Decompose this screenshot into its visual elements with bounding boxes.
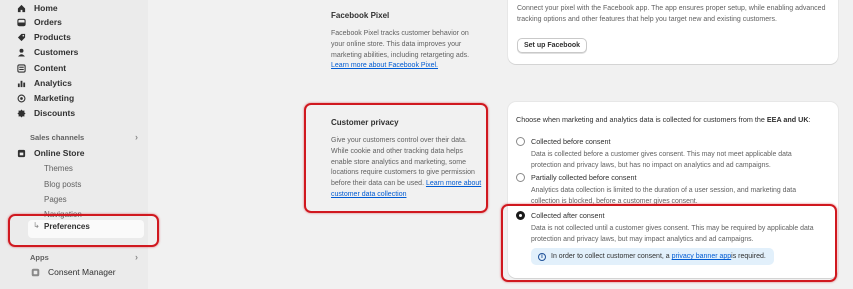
sidebar-subitem-blog-posts[interactable]: Blog posts [44,177,81,191]
tag-icon [16,32,26,42]
facebook-pixel-description-text: Facebook Pixel tracks customer behavior … [331,30,470,59]
sidebar-item-products[interactable]: Products [16,29,71,45]
app-icon [30,267,40,277]
sidebar-item-content[interactable]: Content [16,60,66,76]
radio-button-unchecked[interactable] [516,173,525,182]
option-collected-before-consent[interactable]: Collected before consent [516,137,611,146]
facebook-pixel-card-text: Connect your pixel with the Facebook app… [517,5,826,23]
sidebar-item-label: Analytics [34,78,72,88]
sidebar-item-label: Customers [34,47,79,57]
collected-after-consent-highlight [501,204,837,282]
intro-suffix: : [808,115,811,124]
sidebar-item-label: Consent Manager [48,267,116,277]
sidebar-subitem-pages[interactable]: Pages [44,192,67,206]
sidebar-item-marketing[interactable]: Marketing [16,90,74,106]
option-label: Partially collected before consent [531,173,637,182]
option-partially-collected[interactable]: Partially collected before consent [516,173,636,182]
apps-header[interactable]: Apps › [30,250,138,264]
home-icon [16,3,26,13]
customer-privacy-intro: Choose when marketing and analytics data… [516,115,811,124]
sidebar-item-label: Online Store [34,148,85,158]
option-description: Analytics data collection is limited to … [531,187,797,205]
sidebar-item-analytics[interactable]: Analytics [16,75,72,91]
sidebar-item-label: Discounts [34,108,76,118]
target-icon [16,93,26,103]
sidebar-item-online-store[interactable]: Online Store [16,145,85,161]
intro-region: EEA and UK [766,115,809,124]
preferences-highlight [8,214,159,247]
chevron-right-icon: › [135,132,138,142]
option-description: Data is collected before a customer give… [531,151,792,169]
customer-privacy-highlight [304,103,488,213]
sales-channels-label: Sales channels [30,132,85,142]
discount-icon [16,108,26,118]
store-icon [16,148,26,158]
orders-icon [16,17,26,27]
facebook-pixel-title: Facebook Pixel [331,11,390,20]
sidebar-item-customers[interactable]: Customers [16,44,78,60]
apps-label: Apps [30,252,49,262]
sidebar-item-label: Marketing [34,93,75,103]
sidebar-item-label: Orders [34,17,62,27]
sidebar-item-label: Products [34,32,71,42]
facebook-pixel-section-info: Facebook Pixel Facebook Pixel tracks cus… [331,11,483,72]
sidebar-item-orders[interactable]: Orders [16,14,62,30]
content-icon [16,63,26,73]
bar-chart-icon [16,78,26,88]
sidebar-item-discounts[interactable]: Discounts [16,105,75,121]
chevron-right-icon: › [135,252,138,262]
facebook-pixel-card: Connect your pixel with the Facebook app… [508,0,838,64]
option-label: Collected before consent [531,137,611,146]
sidebar-item-consent-manager[interactable]: Consent Manager [30,264,116,280]
facebook-pixel-learn-more-link[interactable]: Learn more about Facebook Pixel. [331,62,438,69]
intro-text: Choose when marketing and analytics data… [516,115,767,124]
sidebar-subitem-themes[interactable]: Themes [44,161,73,175]
sales-channels-header[interactable]: Sales channels › [30,130,138,144]
facebook-pixel-description: Facebook Pixel tracks customer behavior … [331,29,483,72]
person-icon [16,47,26,57]
sidebar-item-label: Content [34,63,67,73]
sidebar-item-label: Home [34,3,58,13]
radio-button-unchecked[interactable] [516,137,525,146]
set-up-facebook-button[interactable]: Set up Facebook [517,38,588,53]
